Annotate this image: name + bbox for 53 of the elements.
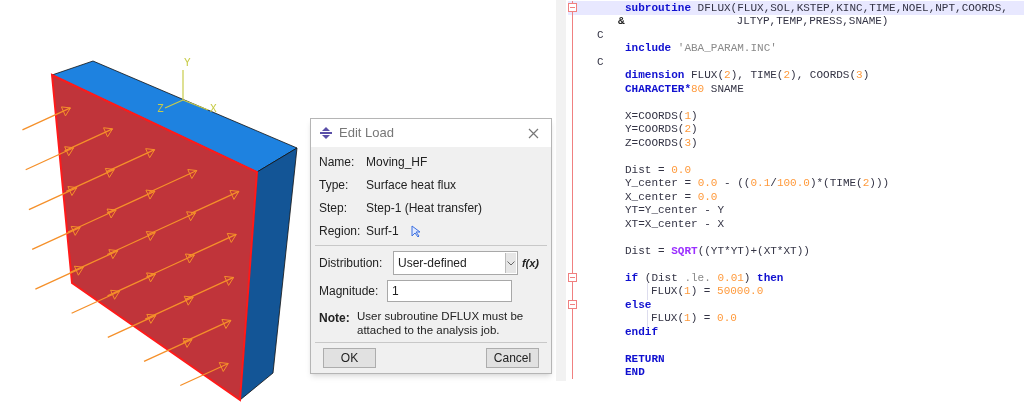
code-line: endif [625,324,658,340]
dialog-button[interactable]: OK [323,348,376,368]
magnitude-field[interactable]: 1 [387,280,512,302]
distribution-dropdown[interactable]: User-defined [393,251,518,275]
comment-marker: C [597,54,604,70]
code-line: Dist = SQRT((YT*YT)+(XT*XT)) [625,243,810,259]
code-line: XT=X_center - X [625,216,725,232]
continuation-mark: & [618,14,625,29]
field-label: Magnitude: [319,283,380,300]
axis-label: Y [184,56,191,69]
field-value: Surface heat flux [366,177,457,194]
field-value: Surf-1 [366,223,399,240]
axis-label: X [210,102,217,115]
code-line: FLUX(1) = 50000.0 [647,283,764,300]
fold-toggle-icon[interactable] [568,3,577,12]
comment-marker: C [597,27,604,43]
note-text: User subroutine DFLUX must be attached to the analysis job. [357,309,525,337]
chevron-down-icon [507,260,515,266]
cursor-arrow-icon[interactable] [410,224,421,238]
code-line: X=COORDS(1) [625,108,698,124]
fold-toggle-icon[interactable] [568,273,577,282]
dialog-title: Edit Load [339,124,394,143]
note-label: Note: [319,310,351,327]
code-line: subroutine DFLUX(FLUX,SOL,KSTEP,KINC,TIME,NOEL,NPT,COORDS, [625,0,1008,16]
code-line: YT=Y_center - Y [625,203,725,218]
code-line: FLUX(1) = 0.0 [647,310,737,327]
code-line: Y_center = 0.0 - ((0.1/100.0)*(TIME(2))) [625,176,890,191]
code-line: dimension FLUX(2), TIME(2), COORDS(3) [625,68,870,83]
field-value: Moving_HF [366,154,428,171]
code-line: Y=COORDS(2) [625,122,698,137]
code-line: JLTYP,TEMP,PRESS,SNAME) [736,14,889,29]
field-label: Step: [319,200,349,217]
code-line: if (Dist .le. 0.01) then [625,270,784,286]
code-line: RETURN [625,351,665,367]
code-line: include 'ABA_PARAM.INC' [625,41,777,56]
code-line: CHARACTER*80 SNAME [625,81,744,97]
code-line: Dist = 0.0 [625,162,692,178]
axis-label: Z [157,102,164,115]
coordinate-axes-drawing [164,69,209,111]
code-line: END [625,365,645,380]
code-line: X_center = 0.0 [625,189,718,205]
code-line: else [625,297,652,313]
field-value: Step-1 (Heat transfer) [366,200,483,217]
fold-toggle-icon[interactable] [568,300,577,309]
field-label: Type: [319,177,350,194]
load-icon [319,126,333,140]
dialog-button[interactable]: Cancel [486,348,539,368]
close-icon[interactable] [528,127,539,139]
field-label: Name: [319,154,356,171]
field-label: Distribution: [319,255,384,272]
field-label: Region: [319,223,362,240]
function-button[interactable]: f(x) [521,254,539,272]
code-line: Z=COORDS(3) [625,135,698,151]
